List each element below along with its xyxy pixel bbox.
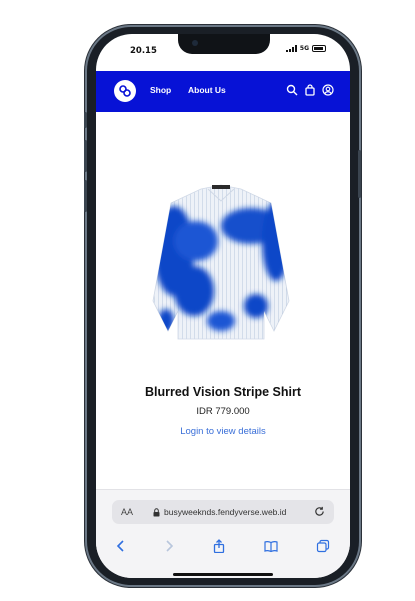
top-navbar: Shop About Us [96,71,350,112]
back-icon[interactable] [114,539,128,553]
login-to-view-link[interactable]: Login to view details [96,426,350,437]
side-button [84,112,87,128]
share-icon[interactable] [212,539,226,553]
bookmarks-icon[interactable] [264,539,278,553]
lock-icon [153,508,160,517]
camera [192,40,198,46]
signal-icon [285,45,297,52]
status-indicators: 5G [285,45,326,52]
side-button [84,180,87,212]
nav-shop-link[interactable]: Shop [150,85,171,95]
logo-icon[interactable] [114,80,136,102]
text-size-button[interactable]: AA [121,507,133,517]
network-label: 5G [299,45,309,52]
search-icon[interactable] [286,84,298,96]
tabs-icon[interactable] [316,539,330,553]
home-indicator [173,573,273,576]
url-text: busyweeknds.fendyverse.web.id [164,507,287,517]
product-image[interactable] [146,181,296,341]
account-icon[interactable] [322,84,334,96]
nav-about-link[interactable]: About Us [188,85,226,95]
battery-icon [312,45,326,52]
bag-icon[interactable] [304,84,316,96]
status-time: 20.15 [130,46,157,56]
product-price: IDR 779.000 [196,406,250,417]
notch [178,34,270,54]
reload-icon[interactable] [314,506,325,517]
forward-icon[interactable] [162,539,176,553]
side-button [84,140,87,172]
phone-screen: 20.15 5G Shop About Us Blurred Vision St… [96,34,350,578]
side-button [358,150,361,198]
product-title: Blurred Vision Stripe Shirt [144,385,302,399]
browser-toolbar: AA busyweeknds.fendyverse.web.id [96,489,350,578]
address-bar[interactable]: AA busyweeknds.fendyverse.web.id [112,500,334,524]
